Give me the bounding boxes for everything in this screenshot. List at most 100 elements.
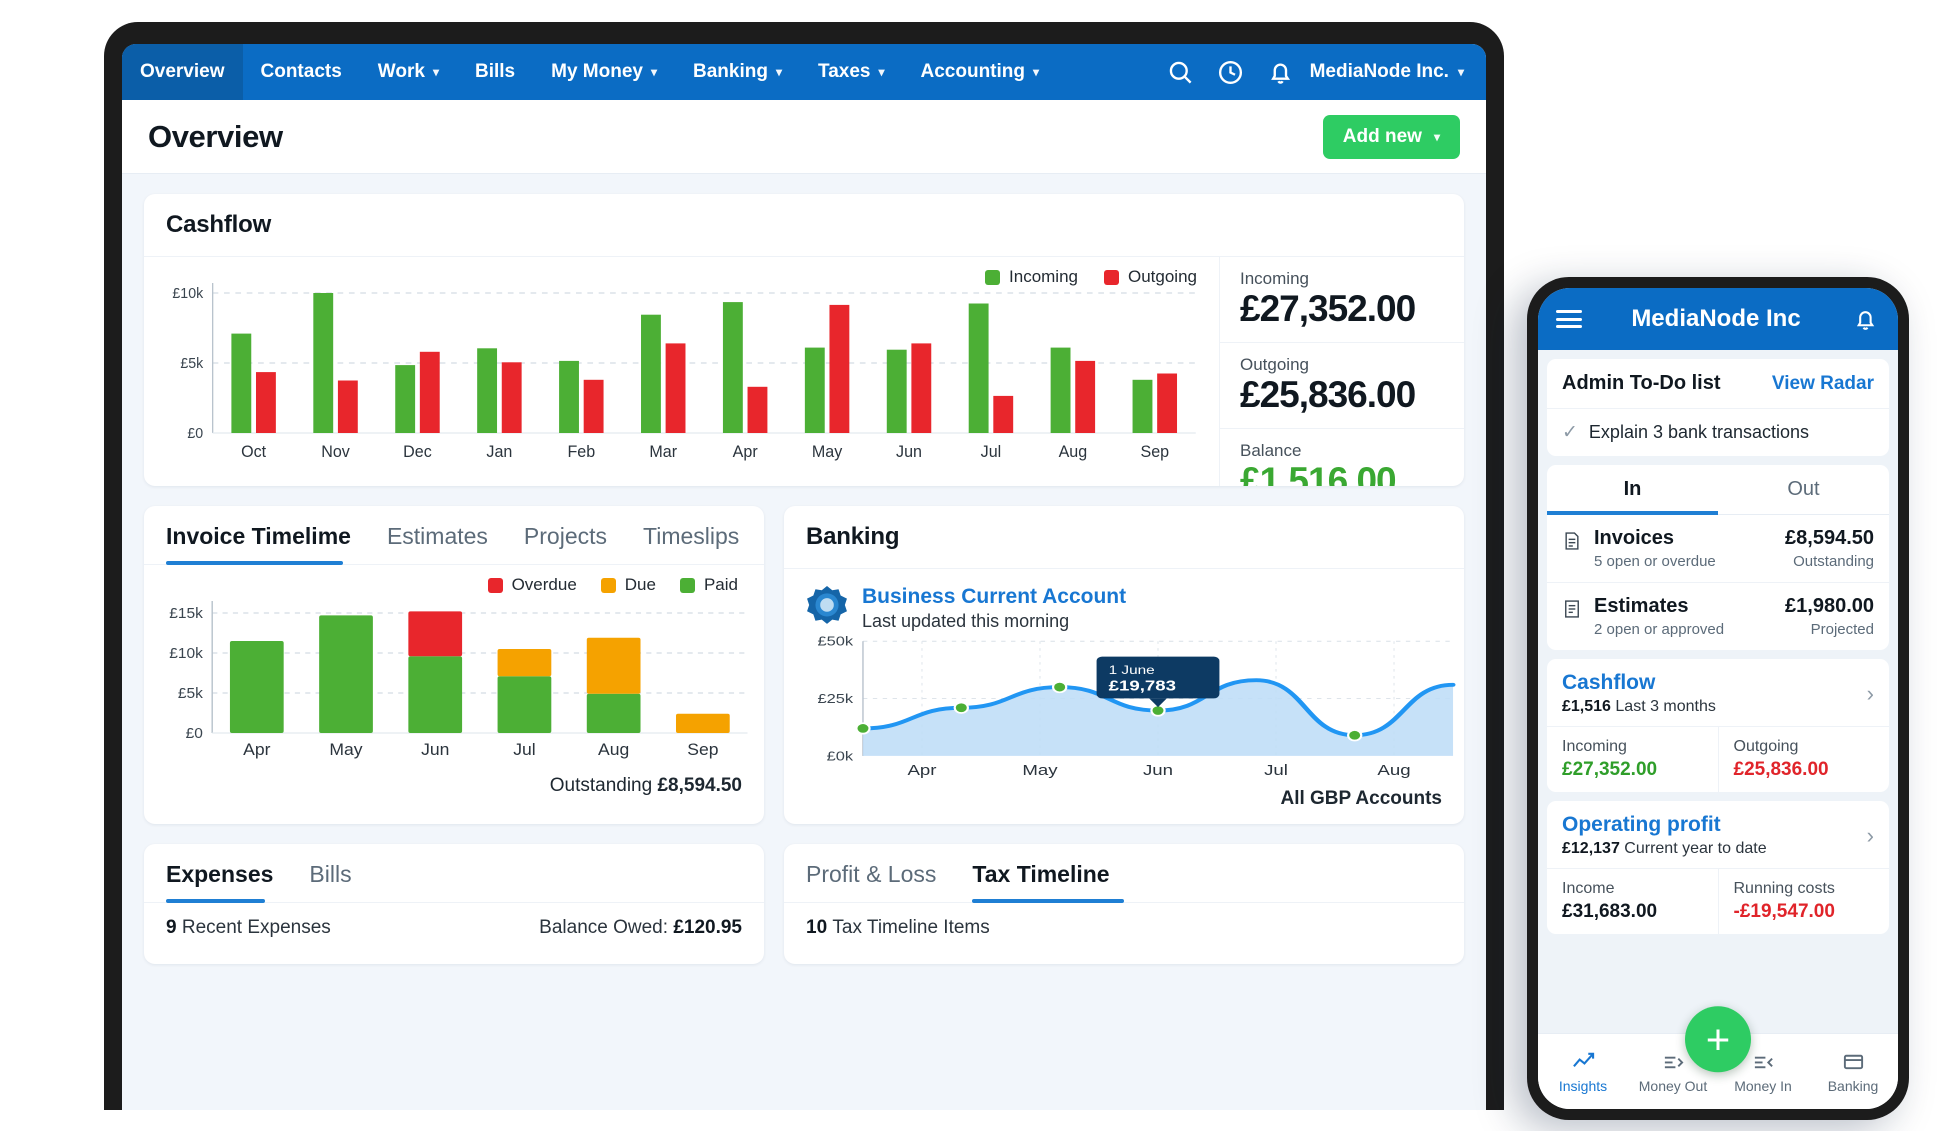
summary-balance: Balance £1,516.00 bbox=[1220, 429, 1464, 486]
svg-text:Apr: Apr bbox=[907, 762, 936, 779]
cell-value: -£19,547.00 bbox=[1734, 901, 1875, 923]
tab-label: Projects bbox=[524, 523, 607, 549]
phone-operating-profit-card[interactable]: Operating profit £12,137 Current year to… bbox=[1547, 801, 1889, 934]
tab-timeslips[interactable]: Timeslips bbox=[643, 506, 753, 564]
nav-item-work[interactable]: Work ▾ bbox=[360, 44, 457, 100]
svg-text:£0k: £0k bbox=[827, 750, 854, 764]
svg-text:£50k: £50k bbox=[817, 636, 853, 649]
svg-text:Jul: Jul bbox=[1264, 762, 1288, 779]
bank-badge-icon bbox=[806, 585, 848, 627]
todo-item-label: Explain 3 bank transactions bbox=[1589, 422, 1809, 443]
add-new-label: Add new bbox=[1343, 126, 1422, 148]
cashflow-title: Cashflow bbox=[166, 211, 1442, 239]
nav-label: My Money bbox=[551, 61, 643, 83]
legend-item-outgoing: Outgoing bbox=[1104, 267, 1197, 287]
phone-topbar: MediaNode Inc bbox=[1538, 288, 1898, 350]
tab-tax-timeline[interactable]: Tax Timeline bbox=[972, 844, 1123, 902]
nav-item-my-money[interactable]: My Money ▾ bbox=[533, 44, 675, 100]
tab-label: Timeslips bbox=[643, 523, 739, 549]
tab-estimates[interactable]: Estimates bbox=[387, 506, 502, 564]
svg-text:Dec: Dec bbox=[403, 442, 432, 462]
insights-icon bbox=[1538, 1050, 1628, 1074]
list-item-invoices[interactable]: Invoices 5 open or overdue £8,594.50 Out… bbox=[1547, 515, 1889, 583]
hamburger-menu-icon[interactable] bbox=[1556, 310, 1582, 328]
legend-item-incoming: Incoming bbox=[985, 267, 1078, 287]
legend-item-due: Due bbox=[601, 575, 656, 595]
section-title: Operating profit bbox=[1562, 813, 1767, 837]
tabbar-banking[interactable]: Banking bbox=[1808, 1050, 1898, 1094]
item-name: Estimates bbox=[1594, 595, 1785, 618]
nav-item-contacts[interactable]: Contacts bbox=[243, 44, 360, 100]
nav-item-banking[interactable]: Banking ▾ bbox=[675, 44, 800, 100]
phone-screen: MediaNode Inc Admin To-Do list View Rada… bbox=[1538, 288, 1898, 1109]
svg-text:£5k: £5k bbox=[180, 356, 204, 372]
item-sub: 2 open or approved bbox=[1594, 621, 1785, 638]
legend-label: Outgoing bbox=[1128, 267, 1197, 287]
bank-account-link[interactable]: Business Current Account bbox=[862, 585, 1126, 609]
cashflow-chart[interactable]: Incoming Outgoing £0£5k£10kOctNovDecJanF… bbox=[144, 257, 1219, 486]
phone-cashflow-card[interactable]: Cashflow £1,516 Last 3 months › Incoming… bbox=[1547, 659, 1889, 792]
admin-todo-card: Admin To-Do list View Radar ✓ Explain 3 … bbox=[1547, 359, 1889, 456]
balance-owed-label: Balance Owed: bbox=[539, 917, 668, 938]
nav-label: Accounting bbox=[921, 61, 1026, 83]
laptop-screen: Overview Contacts Work ▾ Bills My Money … bbox=[122, 44, 1486, 1110]
profit-period: Current year to date bbox=[1624, 840, 1766, 857]
invoice-icon bbox=[1562, 530, 1584, 557]
tabbar-insights[interactable]: Insights bbox=[1538, 1050, 1628, 1094]
bell-icon[interactable] bbox=[1266, 57, 1296, 87]
list-item-estimates[interactable]: Estimates 2 open or approved £1,980.00 P… bbox=[1547, 583, 1889, 650]
svg-text:£10k: £10k bbox=[169, 645, 203, 662]
in-out-card: In Out Invoices 5 open or overdue bbox=[1547, 465, 1889, 650]
view-radar-link[interactable]: View Radar bbox=[1772, 373, 1874, 395]
grid-cell-running-costs: Running costs -£19,547.00 bbox=[1718, 869, 1890, 934]
tax-timeline-info: 10 Tax Timeline Items bbox=[784, 903, 1464, 953]
tab-label: Expenses bbox=[166, 861, 273, 887]
cashflow-summary: Incoming £27,352.00 Outgoing £25,836.00 … bbox=[1219, 257, 1464, 486]
tax-count-label: Tax Timeline Items bbox=[832, 917, 989, 939]
summary-label: Balance bbox=[1240, 441, 1444, 461]
search-icon[interactable] bbox=[1166, 57, 1196, 87]
tab-out[interactable]: Out bbox=[1718, 465, 1889, 514]
tabbar-label: Money In bbox=[1734, 1078, 1792, 1094]
svg-text:£0: £0 bbox=[186, 725, 203, 742]
tabbar-label: Money Out bbox=[1639, 1078, 1707, 1094]
todo-item[interactable]: ✓ Explain 3 bank transactions bbox=[1547, 408, 1889, 456]
dashboard-content: Cashflow Incoming Outgoing bbox=[122, 174, 1486, 1110]
chevron-down-icon: ▾ bbox=[1033, 65, 1039, 79]
phone-tabbar: Insights Money Out Money In Banking bbox=[1538, 1033, 1898, 1109]
clock-icon[interactable] bbox=[1216, 57, 1246, 87]
invoice-timeline-plot[interactable]: £0£5k£10k£15kAprMayJunJulAugSep bbox=[144, 595, 764, 763]
bottom-row: Expenses Bills 9 Recent Expenses Balance… bbox=[144, 844, 1464, 964]
tab-invoice-timeline[interactable]: Invoice Timelime bbox=[166, 506, 365, 564]
banking-balance-plot[interactable]: £0k£25k£50kAprMayJunJulAug1 June£19,783 bbox=[784, 636, 1464, 782]
profit-loss-card: Profit & Loss Tax Timeline 10 Tax Timeli… bbox=[784, 844, 1464, 964]
tab-in[interactable]: In bbox=[1547, 465, 1718, 514]
tab-profit-loss[interactable]: Profit & Loss bbox=[806, 844, 950, 902]
summary-label: Incoming bbox=[1240, 269, 1444, 289]
tab-projects[interactable]: Projects bbox=[524, 506, 621, 564]
cashflow-card: Cashflow Incoming Outgoing bbox=[144, 194, 1464, 486]
add-fab-button[interactable]: + bbox=[1685, 1006, 1751, 1072]
invoice-tabs: Invoice Timelime Estimates Projects Time… bbox=[144, 506, 764, 565]
svg-text:Aug: Aug bbox=[1059, 442, 1088, 462]
svg-text:Mar: Mar bbox=[649, 442, 677, 462]
bell-icon[interactable] bbox=[1850, 304, 1880, 334]
nav-item-overview[interactable]: Overview bbox=[122, 44, 243, 100]
tab-expenses[interactable]: Expenses bbox=[166, 844, 287, 902]
svg-text:Jun: Jun bbox=[421, 739, 449, 759]
nav-item-bills[interactable]: Bills bbox=[457, 44, 533, 100]
bank-account-updated: Last updated this morning bbox=[862, 611, 1126, 632]
legend-item-overdue: Overdue bbox=[488, 575, 577, 595]
add-new-button[interactable]: Add new ▾ bbox=[1323, 115, 1460, 159]
cell-label: Outgoing bbox=[1734, 738, 1875, 756]
cell-label: Running costs bbox=[1734, 880, 1875, 898]
company-switcher[interactable]: MediaNode Inc. ▾ bbox=[1310, 44, 1486, 100]
cashflow-head: Cashflow £1,516 Last 3 months › bbox=[1547, 659, 1889, 726]
tab-bills[interactable]: Bills bbox=[309, 844, 365, 902]
invoice-timeline-card: Invoice Timelime Estimates Projects Time… bbox=[144, 506, 764, 824]
expenses-info: 9 Recent Expenses Balance Owed: £120.95 bbox=[144, 903, 764, 953]
nav-label: Overview bbox=[140, 61, 225, 83]
cell-value: £31,683.00 bbox=[1562, 901, 1703, 923]
nav-item-accounting[interactable]: Accounting ▾ bbox=[903, 44, 1058, 100]
nav-item-taxes[interactable]: Taxes ▾ bbox=[800, 44, 903, 100]
